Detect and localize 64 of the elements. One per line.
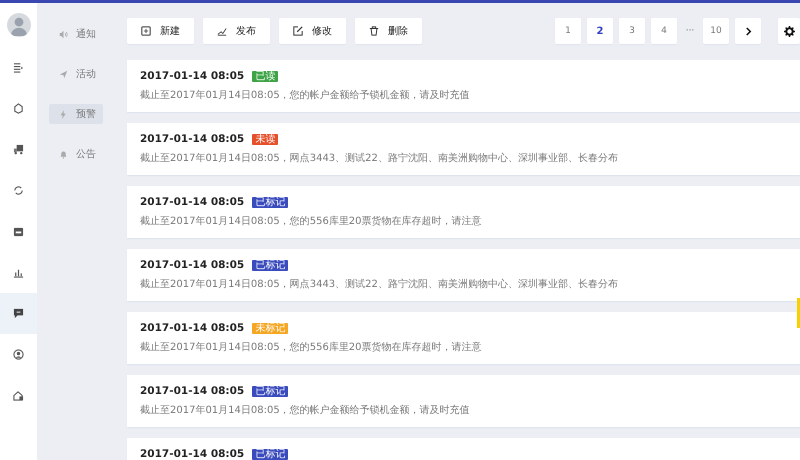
message-icon [13, 308, 24, 319]
message-card[interactable]: 2017-01-14 08:05 未标记 截止至2017年01月14日08:05，您的556库里20票货物在库存超时，请注意 [127, 312, 800, 364]
toolbar-button[interactable]: 修改 [279, 18, 346, 44]
sidebar-item[interactable] [0, 293, 37, 334]
speaker-icon [59, 30, 68, 38]
nav-item[interactable]: 通知 [49, 24, 103, 44]
message-text: 截止至2017年01月14日08:05，您的556库里20票货物在库存超时，请注意 [140, 214, 483, 228]
lightning-icon [59, 110, 68, 118]
status-tag: 已读 [252, 70, 278, 82]
pagination-ellipsis: ··· [684, 26, 696, 36]
chevron-right-icon [744, 26, 752, 36]
message-text: 截止至2017年01月14日08:05，您的556库里20票货物在库存超时，请注意 [140, 340, 483, 354]
message-time: 2017-01-14 08:05 [140, 448, 244, 460]
page-button[interactable]: 3 [619, 18, 645, 44]
message-time: 2017-01-14 08:05 [140, 385, 244, 397]
menu-icon [13, 62, 24, 73]
message-time: 2017-01-14 08:05 [140, 196, 244, 208]
page-button[interactable]: 4 [651, 18, 677, 44]
refresh-icon [13, 185, 24, 196]
status-tag: 未读 [252, 134, 278, 144]
nav-label: 通知 [76, 28, 96, 41]
message-text: 截止至2017年01月14日08:05，您的帐户金额给予锁机金额，请及时充值 [140, 404, 471, 417]
status-tag: 未标记 [252, 322, 288, 334]
edit-icon [293, 26, 303, 36]
message-card[interactable]: 2017-01-14 08:05 已标记 截止至2017年01月14日08:05，网点3443、测试22、路宁沈阳、南美洲购物中心、深圳事业部、长春分布 [127, 249, 800, 301]
message-time: 2017-01-14 08:05 [140, 133, 244, 145]
page-button[interactable]: 1 [555, 18, 581, 44]
toolbar-button[interactable]: 删除 [355, 18, 422, 44]
add-icon [141, 26, 151, 36]
toolbar-button[interactable]: 发布 [203, 18, 270, 44]
message-card[interactable]: 2017-01-14 08:05 已标记 截止至2017年01月14日08:05，您的帐户金额给予锁机金额，请及时充值 [127, 375, 800, 427]
message-time: 2017-01-14 08:05 [140, 322, 244, 334]
settings-button[interactable] [778, 18, 800, 44]
settings-icon [784, 26, 794, 36]
nav-label: 活动 [76, 68, 96, 81]
bell-icon [59, 150, 68, 158]
message-text: 截止至2017年01月14日08:05，网点3443、测试22、路宁沈阳、南美洲购物中心、深圳事业部、长春分布 [140, 152, 619, 165]
nav-item[interactable]: 预警 [49, 104, 103, 124]
message-card[interactable]: 2017-01-14 08:05 已标记 截止至2017年01月14日08:05，您的556库里20票货物在库存超时，请注意 [127, 186, 800, 238]
page-button[interactable]: 2 [587, 18, 613, 44]
next-page-button[interactable] [735, 18, 761, 44]
message-time: 2017-01-14 08:05 [140, 70, 244, 82]
user-icon [13, 349, 24, 360]
status-tag: 已标记 [252, 260, 288, 270]
nav-label: 公告 [76, 148, 96, 161]
message-time: 2017-01-14 08:05 [140, 259, 244, 271]
message-text: 截止至2017年01月14日08:05，您的帐户金额给予锁机金额，请及时充值 [140, 88, 471, 102]
message-text: 截止至2017年01月14日08:05，网点3443、测试22、路宁沈阳、南美洲购物中心、深圳事业部、长春分布 [140, 278, 619, 291]
status-tag: 已标记 [252, 196, 288, 208]
status-tag: 已标记 [252, 448, 288, 460]
truck-icon [13, 144, 24, 155]
avatar[interactable] [6, 13, 30, 37]
page-button[interactable]: 10 [703, 18, 729, 44]
bar-chart-icon [13, 267, 24, 278]
message-card[interactable]: 2017-01-14 08:05 未读 截止至2017年01月14日08:05，网点3443、测试22、路宁沈阳、南美洲购物中心、深圳事业部、长春分布 [127, 123, 800, 175]
toolbar-button[interactable]: 新建 [127, 18, 194, 44]
nav-label: 预警 [76, 108, 96, 121]
send-icon [59, 70, 68, 78]
message-card[interactable]: 2017-01-14 08:05 已读 截止至2017年01月14日08:05，您的帐户金额给予锁机金额，请及时充值 [127, 60, 800, 112]
nav-item[interactable]: 公告 [49, 144, 103, 164]
nav-item[interactable]: 活动 [49, 64, 103, 84]
trash-icon [369, 26, 379, 36]
status-tag: 已标记 [252, 386, 288, 396]
message-card[interactable]: 2017-01-14 08:05 已标记 [127, 438, 800, 460]
